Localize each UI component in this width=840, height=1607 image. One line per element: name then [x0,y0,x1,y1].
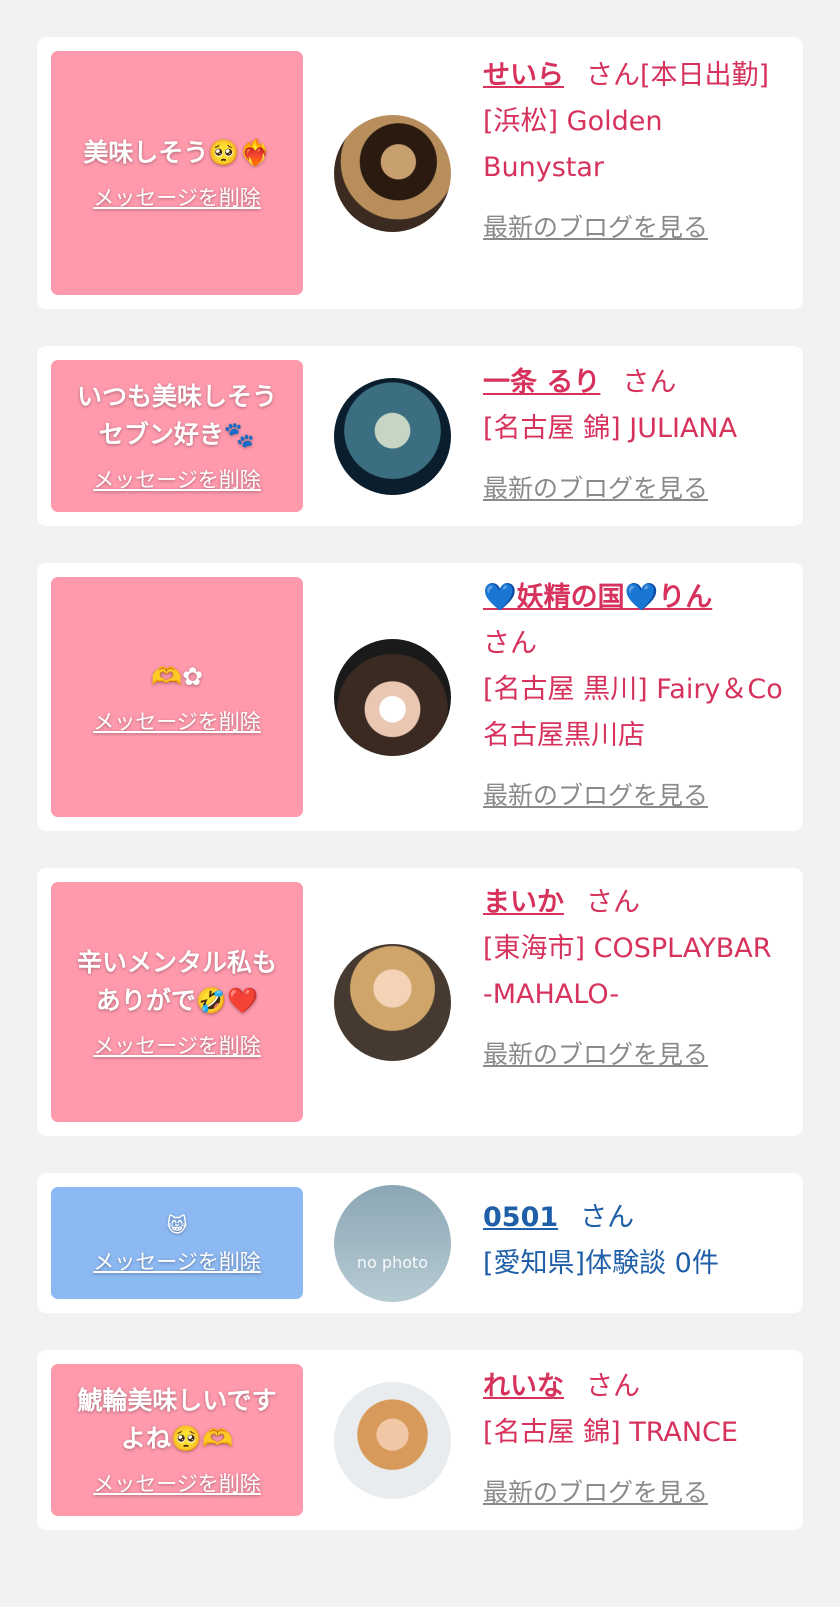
avatar[interactable] [334,115,451,232]
message-text: 辛いメンタル私も ありがで🤣❤️ [76,948,277,1015]
sender-name-link[interactable]: れいな [483,1371,564,1402]
delete-message-link[interactable]: メッセージを削除 [93,182,261,212]
latest-blog-link[interactable]: 最新のブログを見る [483,1470,783,1516]
shop-info: [名古屋 黒川] Fairy＆Co 名古屋黒川店 [483,674,783,751]
latest-blog-link[interactable]: 最新のブログを見る [483,1032,783,1078]
shop-info: [名古屋 錦] JULIANA [483,413,738,444]
shop-info: [名古屋 錦] TRANCE [483,1417,738,1448]
sender-info: 💙妖精の国💙りん さん [名古屋 黒川] Fairy＆Co 名古屋黒川店 最新のブ… [483,575,783,819]
message-bubble: 美味しそう🥺❤️‍🔥 メッセージを削除 [51,51,303,295]
delete-message-link[interactable]: メッセージを削除 [93,1468,261,1498]
message-bubble: 🫶✿ メッセージを削除 [51,577,303,817]
honorific: さん [580,1202,635,1233]
message-card: いつも美味しそう セブン好き🐾 メッセージを削除 一条 るり さん [名古屋 錦]… [37,346,803,526]
avatar[interactable]: no photo [334,1185,451,1302]
avatar[interactable] [334,378,451,495]
sender-name-link[interactable]: 一条 るり [483,367,600,398]
latest-blog-link[interactable]: 最新のブログを見る [483,466,783,512]
message-bubble: 辛いメンタル私も ありがで🤣❤️ メッセージを削除 [51,882,303,1122]
honorific: さん [586,887,640,918]
honorific: さん [586,1371,640,1402]
delete-message-link[interactable]: メッセージを削除 [93,1030,261,1060]
message-card: 🫶✿ メッセージを削除 💙妖精の国💙りん さん [名古屋 黒川] Fairy＆Co… [37,563,803,831]
honorific: さん [483,628,537,659]
message-text: 鯱輪美味しいです よね🥺🫶 [77,1386,277,1453]
message-bubble: いつも美味しそう セブン好き🐾 メッセージを削除 [51,360,303,512]
message-text: 🫶✿ [150,662,204,691]
delete-message-link[interactable]: メッセージを削除 [93,464,261,494]
message-text: 美味しそう🥺❤️‍🔥 [83,138,271,167]
avatar[interactable] [334,1382,451,1499]
message-card: 鯱輪美味しいです よね🥺🫶 メッセージを削除 れいな さん [名古屋 錦] TRA… [37,1350,803,1530]
shop-info: [愛知県]体験談 0件 [483,1248,719,1279]
work-status: [本日出勤] [640,60,770,91]
sender-name-link[interactable]: まいか [483,887,564,918]
message-card: 美味しそう🥺❤️‍🔥 メッセージを削除 せいら さん[本日出勤] [浜松] Gol… [37,37,803,309]
message-card: 😸 メッセージを削除 no photo 0501 さん [愛知県]体験談 0件 [37,1173,803,1313]
sender-info: まいか さん [東海市] COSPLAYBAR -MAHALO- 最新のブログを見… [483,880,783,1078]
message-bubble: 鯱輪美味しいです よね🥺🫶 メッセージを削除 [51,1364,303,1516]
honorific: さん [622,367,677,398]
sender-name-link[interactable]: 💙妖精の国💙りん [483,582,712,613]
sender-name-link[interactable]: せいら [483,60,564,91]
sender-name-link[interactable]: 0501 [483,1202,558,1233]
message-text: いつも美味しそう セブン好き🐾 [76,382,277,449]
shop-info: [東海市] COSPLAYBAR -MAHALO- [483,933,772,1010]
latest-blog-link[interactable]: 最新のブログを見る [483,205,783,251]
honorific: さん [586,60,640,91]
no-photo-label: no photo [356,1253,429,1272]
latest-blog-link[interactable]: 最新のブログを見る [483,773,783,819]
message-text: 😸 [166,1213,188,1237]
avatar[interactable] [334,639,451,756]
message-bubble: 😸 メッセージを削除 [51,1187,303,1299]
sender-info: れいな さん [名古屋 錦] TRANCE 最新のブログを見る [483,1364,783,1516]
shop-info: [浜松] Golden Bunystar [483,106,663,183]
delete-message-link[interactable]: メッセージを削除 [93,1246,261,1276]
sender-info: 0501 さん [愛知県]体験談 0件 [483,1195,783,1287]
delete-message-link[interactable]: メッセージを削除 [93,706,261,736]
message-card: 辛いメンタル私も ありがで🤣❤️ メッセージを削除 まいか さん [東海市] CO… [37,868,803,1136]
sender-info: せいら さん[本日出勤] [浜松] Golden Bunystar 最新のブログを… [483,53,783,251]
avatar[interactable] [334,944,451,1061]
sender-info: 一条 るり さん [名古屋 錦] JULIANA 最新のブログを見る [483,360,783,512]
